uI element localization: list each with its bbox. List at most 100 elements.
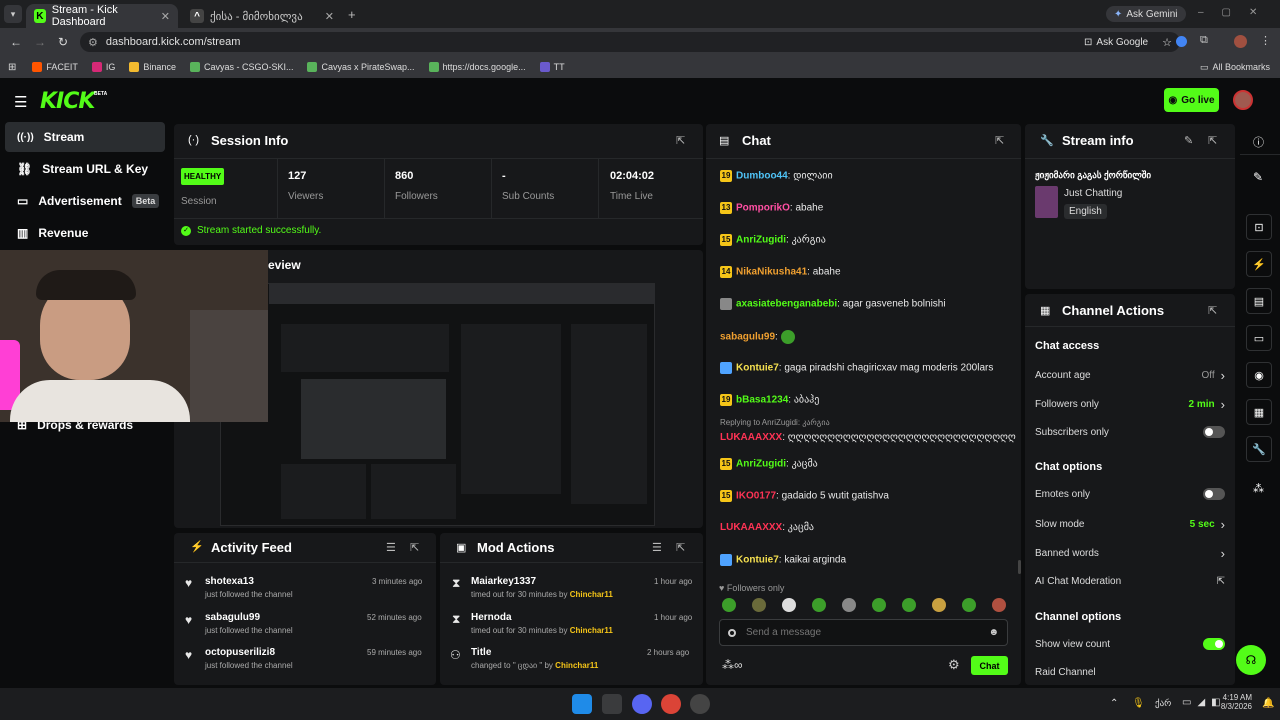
tray-chevron-icon[interactable]: ⌃ — [1110, 698, 1118, 709]
user-avatar[interactable] — [1233, 90, 1253, 110]
info-icon[interactable]: ⓘ — [1253, 134, 1264, 150]
rail-target-icon[interactable]: ⊡ — [1246, 214, 1272, 240]
channel-action-control[interactable]: 5 sec › — [1190, 517, 1225, 532]
popout-icon[interactable]: ⇱ — [1208, 134, 1217, 147]
chat-message[interactable]: sabagulu99: — [720, 330, 795, 344]
emoji-icon[interactable]: ☻ — [988, 627, 999, 638]
chat-username[interactable]: IKO0177 — [736, 491, 776, 502]
channel-action-control[interactable] — [1203, 426, 1225, 438]
chat-message[interactable]: 19 Dumboo44: დილაიი — [720, 170, 833, 182]
rail-lightning-icon[interactable]: ⚡ — [1246, 251, 1272, 277]
ask-google-button[interactable]: ⊡ Ask Google — [1084, 37, 1148, 48]
tab-kick-dashboard[interactable]: K Stream - Kick Dashboard ✕ — [26, 4, 178, 28]
chat-message[interactable]: axasiatebenganabebi: agar gasveneb bolni… — [720, 298, 946, 310]
windows-start-icon[interactable] — [572, 694, 592, 714]
rail-document-icon[interactable]: ▤ — [1246, 288, 1272, 314]
chat-message[interactable]: 15 AnriZugidi: კაცმა — [720, 458, 818, 470]
popout-icon[interactable]: ⇱ — [676, 541, 685, 554]
chat-username[interactable]: AnriZugidi — [736, 459, 786, 470]
channel-action-row[interactable]: Account age Off › — [1035, 368, 1225, 383]
filter-icon[interactable]: ☰ — [386, 541, 396, 554]
emote-icon[interactable] — [842, 598, 856, 612]
pencil-icon[interactable]: ✎ — [1253, 170, 1263, 184]
filter-icon[interactable]: ☰ — [652, 541, 662, 554]
channel-action-control[interactable] — [1203, 638, 1225, 650]
bookmark-item[interactable]: IG — [91, 62, 115, 72]
popout-icon[interactable]: ⇱ — [676, 134, 685, 147]
rail-panel-icon[interactable]: ▦ — [1246, 399, 1272, 425]
chrome-icon[interactable] — [661, 694, 681, 714]
emote-icon[interactable] — [872, 598, 886, 612]
popout-icon[interactable]: ⇱ — [1208, 304, 1217, 317]
chat-username[interactable]: LUKAAAXXX — [720, 522, 782, 533]
channel-action-control[interactable]: Off › — [1202, 368, 1226, 383]
browser-menu-icon[interactable]: ⋮ — [1260, 34, 1271, 47]
chat-username[interactable]: PomporikO — [736, 203, 790, 214]
chat-settings-icon[interactable]: ⁂∞ — [722, 658, 743, 672]
chat-username[interactable]: AnriZugidi — [736, 235, 786, 246]
apps-grid-icon[interactable]: ⊞ — [8, 62, 16, 73]
rail-emote-icon[interactable]: ⁂ — [1253, 482, 1264, 495]
chat-username[interactable]: Kontuie7 — [736, 555, 779, 566]
reload-icon[interactable]: ↻ — [58, 35, 68, 49]
channel-action-row[interactable]: Followers only 2 min › — [1035, 397, 1225, 412]
emote-icon[interactable] — [752, 598, 766, 612]
profile-avatar-icon[interactable] — [1234, 35, 1247, 48]
chat-username[interactable]: Kontuie7 — [736, 363, 779, 374]
back-icon[interactable]: ← — [10, 35, 22, 49]
chat-username[interactable]: LUKAAAXXX — [720, 432, 782, 443]
task-view-icon[interactable] — [602, 694, 622, 714]
emote-icon[interactable] — [812, 598, 826, 612]
channel-action-row[interactable]: AI Chat Moderation ⇱ — [1035, 576, 1225, 587]
bookmark-star-icon[interactable]: ☆ — [1162, 36, 1172, 49]
rail-broadcast-icon[interactable]: ◉ — [1246, 362, 1272, 388]
chat-message[interactable]: Kontuie7: kaikai arginda — [720, 554, 846, 566]
close-tab-icon[interactable]: ✕ — [325, 10, 334, 23]
chat-message[interactable]: LUKAAAXXX: კაცმა — [720, 522, 814, 533]
toggle-switch[interactable] — [1203, 488, 1225, 500]
bookmark-item[interactable]: TT — [539, 62, 565, 72]
toggle-switch[interactable] — [1203, 638, 1225, 650]
bookmark-item[interactable]: Cavyas x PirateSwap... — [307, 62, 415, 72]
all-bookmarks-button[interactable]: ▭ All Bookmarks — [1200, 62, 1270, 73]
rail-wrench-icon[interactable]: 🔧 — [1246, 436, 1272, 462]
sidebar-item-advertisement[interactable]: ▭ Advertisement Beta — [5, 186, 165, 216]
chat-message[interactable]: 19 bBasa1234: აბაჰე — [720, 394, 819, 406]
chat-username[interactable]: Dumboo44 — [736, 171, 788, 182]
sidebar-item-stream-url-key[interactable]: ⛓ Stream URL & Key — [5, 154, 165, 184]
popout-icon[interactable]: ⇱ — [995, 134, 1004, 147]
send-chat-button[interactable]: Chat — [971, 656, 1008, 675]
chat-message[interactable]: 15 AnriZugidi: კარგია — [720, 234, 826, 246]
go-live-button[interactable]: ◉ Go live — [1164, 88, 1219, 112]
chat-username[interactable]: axasiatebenganabebi — [736, 299, 837, 310]
window-controls[interactable]: –▢✕ — [1198, 7, 1275, 18]
kick-logo[interactable]: KICK — [40, 89, 95, 114]
forward-icon[interactable]: → — [34, 35, 46, 49]
chat-message[interactable]: LUKAAAXXX: ღღღღღღღღღღღღღღღღღღღღღღღღღღღღღ — [720, 432, 1016, 443]
tab-list-icon[interactable]: ▾ — [4, 5, 22, 23]
channel-action-control[interactable]: › — [1221, 546, 1225, 561]
chat-message[interactable]: 13 PomporikO: abahe — [720, 202, 823, 214]
hamburger-menu-icon[interactable]: ☰ — [14, 93, 27, 111]
channel-action-row[interactable]: Banned words › — [1035, 546, 1225, 561]
channel-action-row[interactable]: Emotes only — [1035, 488, 1225, 500]
rail-chat-icon[interactable]: ▭ — [1246, 325, 1272, 351]
chat-username[interactable]: bBasa1234 — [736, 395, 788, 406]
chat-message[interactable]: 15 IKO0177: gadaido 5 wutit gatishva — [720, 490, 889, 502]
site-info-icon[interactable]: ⚙ — [88, 36, 98, 49]
tab-second[interactable]: ^ ქისა - მიმოხილვა ✕ — [182, 4, 342, 28]
channel-action-row[interactable]: Show view count — [1035, 638, 1225, 650]
channel-action-control[interactable]: ⇱ — [1217, 576, 1225, 587]
channel-action-row[interactable]: Raid Channel — [1035, 667, 1225, 678]
obs-icon[interactable] — [690, 694, 710, 714]
toggle-switch[interactable] — [1203, 426, 1225, 438]
bookmark-item[interactable]: FACEIT — [32, 62, 78, 72]
emote-icon[interactable] — [902, 598, 916, 612]
emote-icon[interactable] — [722, 598, 736, 612]
chat-message[interactable]: Kontuie7: gaga piradshi chagiricxav mag … — [720, 362, 993, 374]
sidebar-item-stream[interactable]: ((·)) Stream — [5, 122, 165, 152]
emote-icon[interactable] — [992, 598, 1006, 612]
channel-action-row[interactable]: Slow mode 5 sec › — [1035, 517, 1225, 532]
clock[interactable]: 4:19 AM 8/3/2026 — [1220, 693, 1252, 711]
ask-gemini-button[interactable]: ✦ Ask Gemini — [1106, 6, 1186, 22]
